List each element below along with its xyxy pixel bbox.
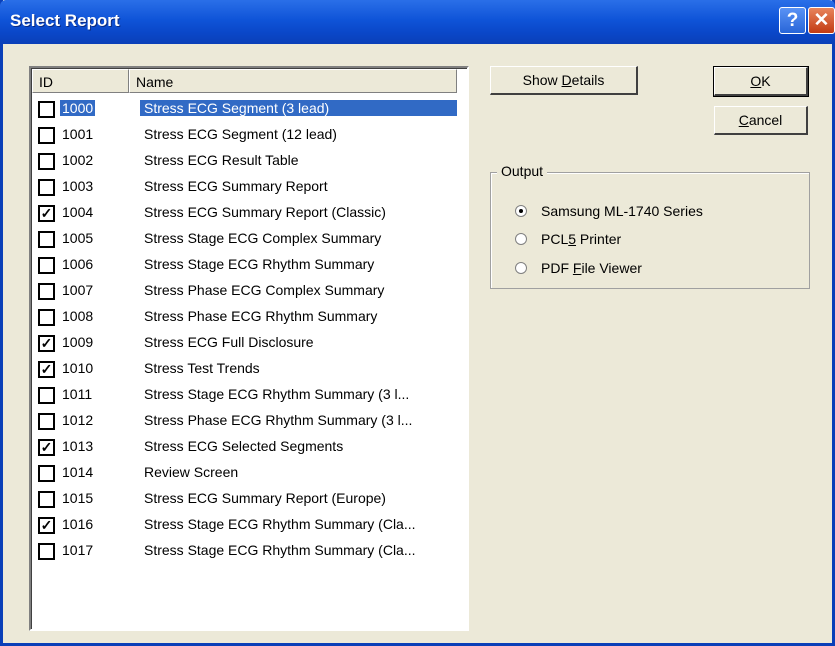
report-id: 1017 [62, 542, 94, 558]
checkbox[interactable] [38, 387, 55, 404]
cancel-button[interactable]: Cancel [714, 106, 808, 135]
list-header: ID Name [32, 69, 468, 93]
list-item[interactable]: ✓ 1016 Stress Stage ECG Rhythm Summary (Cl… [32, 512, 468, 538]
list-item[interactable]: 1008 Stress Phase ECG Rhythm Summary [32, 304, 468, 330]
radio-button[interactable] [515, 205, 527, 217]
radio-button[interactable] [515, 233, 527, 245]
report-id: 1003 [62, 178, 94, 194]
output-group [490, 172, 810, 289]
report-name: Stress ECG Summary Report (Europe) [144, 490, 386, 506]
checkbox[interactable] [38, 413, 55, 430]
report-id: 1005 [62, 230, 94, 246]
checkbox-checked[interactable]: ✓ [38, 335, 55, 352]
report-id: 1009 [62, 334, 94, 350]
column-header-name[interactable]: Name [129, 69, 457, 93]
radio-label: Samsung ML-1740 Series [541, 203, 703, 219]
list-item[interactable]: ✓ 1004 Stress ECG Summary Report (Classic) [32, 200, 468, 226]
list-item[interactable]: 1002 Stress ECG Result Table [32, 148, 468, 174]
report-name: Stress Test Trends [144, 360, 260, 376]
list-item[interactable]: 1001 Stress ECG Segment (12 lead) [32, 122, 468, 148]
report-name: Stress Stage ECG Rhythm Summary (3 l... [144, 386, 410, 402]
report-id: 1011 [62, 386, 93, 402]
report-id: 1010 [62, 360, 94, 376]
report-id: 1000 [60, 100, 96, 116]
radio-label: PCL5 Printer [541, 231, 622, 247]
report-name: Stress Phase ECG Rhythm Summary [144, 308, 378, 324]
list-item[interactable]: 1014 Review Screen [32, 460, 468, 486]
list-item[interactable]: ✓ 1010 Stress Test Trends [32, 356, 468, 382]
checkbox[interactable] [38, 179, 55, 196]
list-item[interactable]: 1007 Stress Phase ECG Complex Summary [32, 278, 468, 304]
checkbox[interactable] [38, 231, 55, 248]
report-id: 1008 [62, 308, 94, 324]
report-name: Stress Stage ECG Rhythm Summary [144, 256, 375, 272]
checkbox[interactable] [38, 309, 55, 326]
checkbox[interactable] [38, 283, 55, 300]
checkbox-checked[interactable]: ✓ [38, 361, 55, 378]
report-id: 1001 [62, 126, 94, 142]
checkbox-checked[interactable]: ✓ [38, 439, 55, 456]
checkbox-checked[interactable]: ✓ [38, 205, 55, 222]
title-bar[interactable]: Select Report ? ✕ [0, 0, 835, 44]
list-item[interactable]: 1015 Stress ECG Summary Report (Europe) [32, 486, 468, 512]
report-id: 1002 [62, 152, 94, 168]
list-item[interactable]: ✓ 1013 Stress ECG Selected Segments [32, 434, 468, 460]
checkbox[interactable] [38, 257, 55, 274]
report-name: Stress ECG Summary Report [144, 178, 328, 194]
radio-button[interactable] [515, 262, 527, 274]
report-name: Stress Phase ECG Complex Summary [144, 282, 385, 298]
report-id: 1016 [62, 516, 94, 532]
list-item[interactable]: 1003 Stress ECG Summary Report [32, 174, 468, 200]
report-name: Stress ECG Selected Segments [144, 438, 344, 454]
list-item[interactable]: 1012 Stress Phase ECG Rhythm Summary (3 l… [32, 408, 468, 434]
report-id: 1012 [62, 412, 94, 428]
report-name: Stress Stage ECG Rhythm Summary (Cla... [144, 516, 416, 532]
report-name: Stress ECG Summary Report (Classic) [144, 204, 386, 220]
report-name: Stress Stage ECG Complex Summary [144, 230, 382, 246]
checkbox[interactable] [38, 153, 55, 170]
checkbox[interactable] [38, 491, 55, 508]
checkbox[interactable] [38, 465, 55, 482]
report-id: 1014 [62, 464, 94, 480]
radio-label: PDF File Viewer [541, 260, 642, 276]
column-header-id[interactable]: ID [32, 69, 129, 93]
show-details-button[interactable]: Show Details [490, 66, 638, 95]
checkbox-checked[interactable]: ✓ [38, 517, 55, 534]
list-item[interactable]: 1000 Stress ECG Segment (3 lead) [32, 96, 468, 122]
report-name: Stress Stage ECG Rhythm Summary (Cla... [144, 542, 416, 558]
close-icon[interactable]: ✕ [808, 7, 835, 34]
report-id: 1004 [62, 204, 94, 220]
list-item[interactable]: 1011 Stress Stage ECG Rhythm Summary (3 l… [32, 382, 468, 408]
report-name: Stress ECG Full Disclosure [144, 334, 314, 350]
report-name: Stress ECG Segment (3 lead) [140, 100, 457, 116]
checkbox[interactable] [38, 543, 55, 560]
dialog-title: Select Report [10, 11, 120, 30]
report-name: Stress ECG Segment (12 lead) [144, 126, 337, 142]
report-id: 1006 [62, 256, 94, 272]
list-item[interactable]: 1005 Stress Stage ECG Complex Summary [32, 226, 468, 252]
ok-button[interactable]: OK [713, 66, 809, 97]
report-name: Stress ECG Result Table [144, 152, 299, 168]
report-id: 1015 [62, 490, 94, 506]
report-list[interactable]: ID Name 1000 Stress ECG Segment (3 lead) 1… [29, 66, 469, 631]
checkbox[interactable] [38, 127, 55, 144]
checkbox[interactable] [38, 101, 55, 118]
list-item[interactable]: 1006 Stress Stage ECG Rhythm Summary [32, 252, 468, 278]
report-name: Stress Phase ECG Rhythm Summary (3 l... [144, 412, 413, 428]
report-id: 1007 [62, 282, 94, 298]
report-name: Review Screen [144, 464, 239, 480]
output-group-label: Output [497, 163, 548, 179]
help-icon[interactable]: ? [779, 7, 806, 34]
report-id: 1013 [62, 438, 94, 454]
list-item[interactable]: ✓ 1009 Stress ECG Full Disclosure [32, 330, 468, 356]
list-item[interactable]: 1017 Stress Stage ECG Rhythm Summary (Cla… [32, 538, 468, 564]
